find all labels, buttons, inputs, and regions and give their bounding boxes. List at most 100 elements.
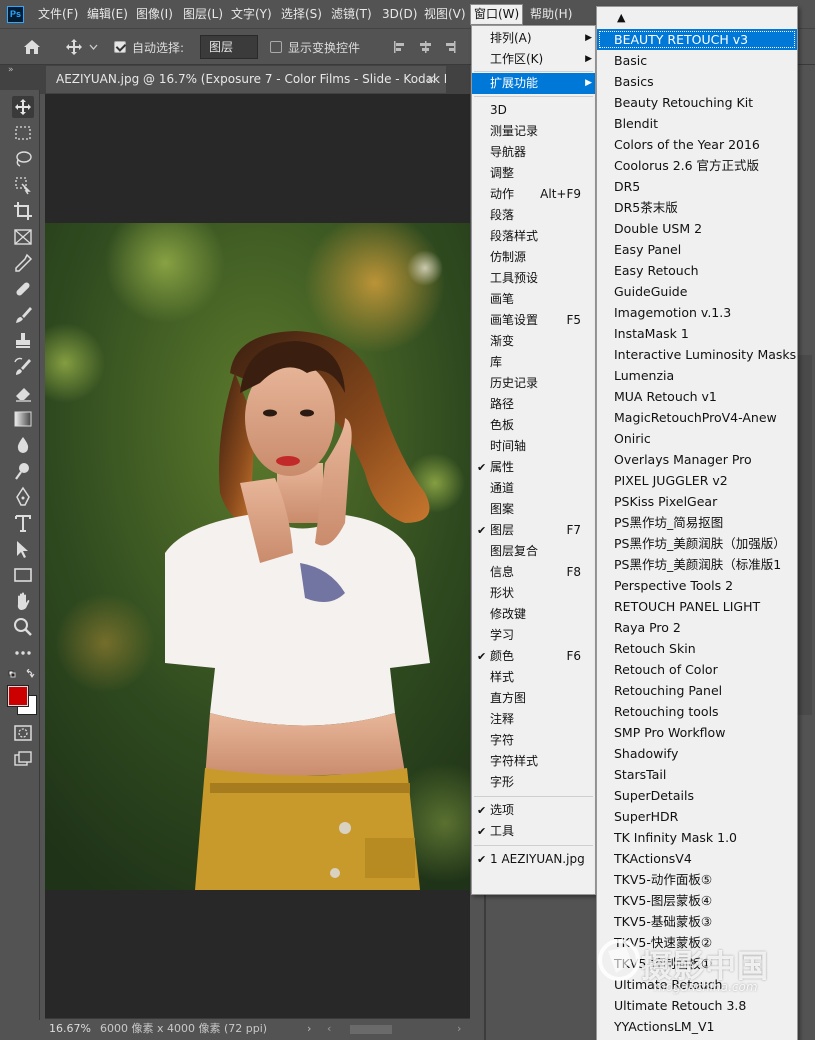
submenu-scroll-up-icon[interactable]: ▲: [617, 9, 633, 27]
menu-select[interactable]: 选择(S): [281, 0, 322, 29]
window-menu-item[interactable]: 画笔: [472, 289, 595, 310]
lasso-tool-icon[interactable]: [12, 148, 34, 170]
menu-layer[interactable]: 图层(L): [183, 0, 223, 29]
extension-menu-item[interactable]: PS黑作坊_美颜润肤（标准版1: [597, 554, 797, 575]
blur-tool-icon[interactable]: [12, 434, 34, 456]
window-menu-item[interactable]: 动作 Alt+F9: [472, 184, 595, 205]
extension-menu-item[interactable]: Interactive Luminosity Masks: [597, 344, 797, 365]
window-menu-item[interactable]: 仿制源: [472, 247, 595, 268]
swap-colors-icon[interactable]: [8, 669, 36, 681]
extension-menu-item[interactable]: Easy Panel: [597, 239, 797, 260]
menu-3d[interactable]: 3D(D): [382, 0, 417, 29]
chevron-down-icon[interactable]: [89, 44, 98, 50]
extension-menu-item[interactable]: Basic: [597, 50, 797, 71]
extension-menu-item[interactable]: Lumenzia: [597, 365, 797, 386]
clone-stamp-tool-icon[interactable]: [12, 330, 34, 352]
eraser-tool-icon[interactable]: [12, 382, 34, 404]
document-photo[interactable]: [45, 223, 470, 890]
extension-menu-item[interactable]: Double USM 2: [597, 218, 797, 239]
extension-menu-item[interactable]: Retouching Panel: [597, 680, 797, 701]
zoom-level[interactable]: 16.67%: [49, 1019, 91, 1039]
extension-menu-item[interactable]: Ultimate Retouch 3.8: [597, 995, 797, 1016]
extension-menu-item[interactable]: PIXEL JUGGLER v2: [597, 470, 797, 491]
window-menu-item[interactable]: 图案: [472, 499, 595, 520]
rectangle-tool-icon[interactable]: [12, 564, 34, 586]
window-menu-item[interactable]: 样式: [472, 667, 595, 688]
healing-brush-tool-icon[interactable]: [12, 278, 34, 300]
extension-menu-item[interactable]: BEAUTY RETOUCH v3: [597, 29, 797, 50]
scroll-left-icon[interactable]: ‹: [327, 1019, 331, 1039]
extension-menu-item[interactable]: Retouch of Color: [597, 659, 797, 680]
extension-menu-item[interactable]: Colors of the Year 2016: [597, 134, 797, 155]
foreground-color-swatch[interactable]: [7, 685, 29, 707]
extension-menu-item[interactable]: SMP Pro Workflow: [597, 722, 797, 743]
extension-menu-item[interactable]: GuideGuide: [597, 281, 797, 302]
extension-menu-item[interactable]: Oniric: [597, 428, 797, 449]
window-menu-item[interactable]: 色板: [472, 415, 595, 436]
window-menu-item[interactable]: 通道: [472, 478, 595, 499]
window-menu-item[interactable]: 排列(A) ▶: [472, 28, 595, 49]
extension-menu-item[interactable]: Ultimate Retouch: [597, 974, 797, 995]
extension-menu-item[interactable]: TKV5-基础蒙板③: [597, 911, 797, 932]
extension-menu-item[interactable]: StarsTail: [597, 764, 797, 785]
scroll-right-icon[interactable]: ›: [457, 1019, 461, 1039]
extension-menu-item[interactable]: YYActionsLM_V1: [597, 1016, 797, 1037]
window-menu-item[interactable]: 字符: [472, 730, 595, 751]
history-brush-tool-icon[interactable]: [12, 356, 34, 378]
window-menu-item[interactable]: 学习: [472, 625, 595, 646]
horizontal-scrollbar-thumb[interactable]: [350, 1025, 392, 1034]
menu-edit[interactable]: 编辑(E): [87, 0, 128, 29]
window-menu-item[interactable]: 修改键: [472, 604, 595, 625]
window-menu-item[interactable]: 信息 F8: [472, 562, 595, 583]
eyedropper-tool-icon[interactable]: [12, 252, 34, 274]
status-arrow-icon[interactable]: ›: [307, 1019, 311, 1039]
hand-tool-icon[interactable]: [12, 590, 34, 612]
menu-view[interactable]: 视图(V): [424, 0, 466, 29]
menu-filter[interactable]: 滤镜(T): [331, 0, 372, 29]
extension-menu-item[interactable]: TKV5-图层蒙板④: [597, 890, 797, 911]
home-icon[interactable]: [22, 38, 42, 56]
frame-tool-icon[interactable]: [12, 226, 34, 248]
window-menu-item[interactable]: 调整: [472, 163, 595, 184]
dodge-tool-icon[interactable]: [12, 460, 34, 482]
move-tool-icon[interactable]: [64, 38, 84, 56]
quick-mask-icon[interactable]: [12, 722, 34, 744]
window-menu-item[interactable]: 画笔设置 F5: [472, 310, 595, 331]
window-menu-item[interactable]: 字符样式: [472, 751, 595, 772]
align-buttons-icon[interactable]: [392, 39, 470, 55]
extension-menu-item[interactable]: TKV5-快速蒙板②: [597, 932, 797, 953]
window-menu-item[interactable]: 3D: [472, 100, 595, 121]
extension-menu-item[interactable]: PS黑作坊_美颜润肤（加强版）: [597, 533, 797, 554]
extension-menu-item[interactable]: MUA Retouch v1: [597, 386, 797, 407]
window-menu-item[interactable]: ✔ 1 AEZIYUAN.jpg: [472, 849, 595, 870]
window-menu-item[interactable]: 扩展功能 ▶: [472, 73, 595, 94]
brush-tool-icon[interactable]: [12, 304, 34, 326]
pen-tool-icon[interactable]: [12, 486, 34, 508]
extension-menu-item[interactable]: PSKiss PixelGear: [597, 491, 797, 512]
extension-menu-item[interactable]: MagicRetouchProV4-Anew: [597, 407, 797, 428]
extension-menu-item[interactable]: Retouching tools: [597, 701, 797, 722]
window-menu-item[interactable]: 工作区(K) ▶: [472, 49, 595, 70]
extension-menu-item[interactable]: SuperHDR: [597, 806, 797, 827]
extension-menu-item[interactable]: Beauty Retouching Kit: [597, 92, 797, 113]
window-menu-item[interactable]: ✔ 属性: [472, 457, 595, 478]
window-menu-item[interactable]: 库: [472, 352, 595, 373]
extension-menu-item[interactable]: TK Infinity Mask 1.0: [597, 827, 797, 848]
extension-menu-item[interactable]: Perspective Tools 2: [597, 575, 797, 596]
window-menu-item[interactable]: 时间轴: [472, 436, 595, 457]
extension-menu-item[interactable]: InstaMask 1: [597, 323, 797, 344]
auto-select-target-dropdown[interactable]: 图层: [200, 35, 258, 59]
extension-menu-item[interactable]: Imagemotion v.1.3: [597, 302, 797, 323]
gradient-tool-icon[interactable]: [12, 408, 34, 430]
extension-menu-item[interactable]: TKV5-控制面板①: [597, 953, 797, 974]
extension-menu-item[interactable]: RETOUCH PANEL LIGHT: [597, 596, 797, 617]
extension-menu-item[interactable]: Blendit: [597, 113, 797, 134]
window-menu-item[interactable]: 渐变: [472, 331, 595, 352]
crop-tool-icon[interactable]: [12, 200, 34, 222]
more-tools-icon[interactable]: [12, 642, 34, 664]
window-menu-item[interactable]: ✔ 图层 F7: [472, 520, 595, 541]
window-menu-item[interactable]: 注释: [472, 709, 595, 730]
extension-menu-item[interactable]: Basics: [597, 71, 797, 92]
extension-menu-item[interactable]: PS黑作坊_简易抠图: [597, 512, 797, 533]
extension-menu-item[interactable]: DR5茶末版: [597, 197, 797, 218]
